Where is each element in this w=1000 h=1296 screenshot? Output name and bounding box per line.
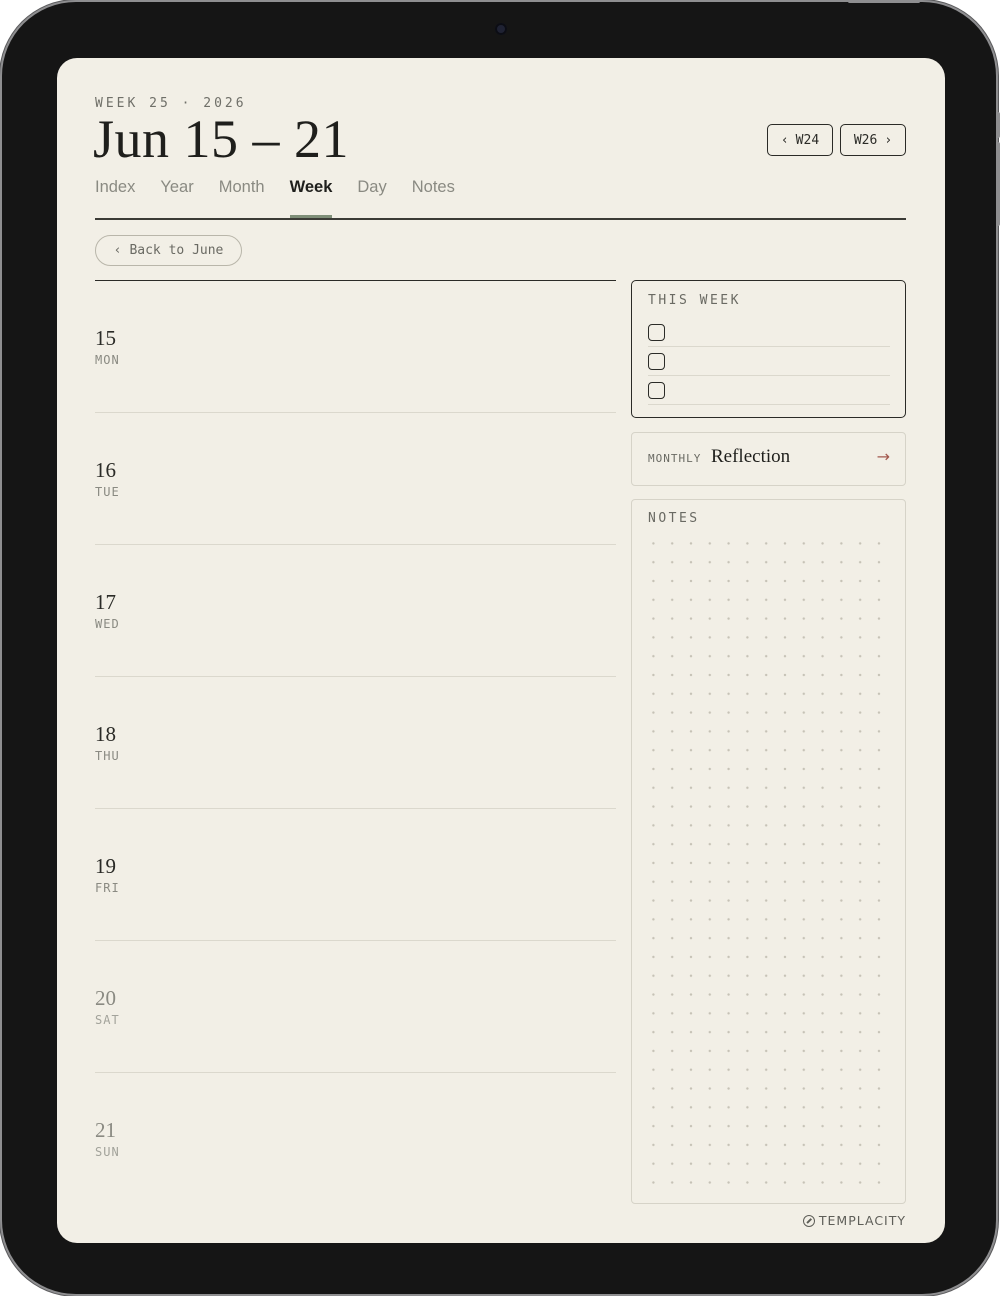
reflection-title: Reflection	[711, 446, 791, 467]
day-number: 20	[95, 986, 116, 1010]
day-name: TUE	[95, 485, 120, 499]
volume-button	[996, 142, 1000, 226]
previous-week-label: W24	[795, 132, 820, 148]
week-days-list: 15 MON 16 TUE 17 WED 18 THU 19 FRI 20 SA…	[95, 280, 616, 1205]
page-title: Jun 15 – 21	[93, 109, 350, 169]
day-row[interactable]: 18 THU	[95, 677, 616, 809]
next-week-label: W26	[853, 132, 878, 148]
top-button	[848, 0, 920, 3]
templacity-logo-icon	[802, 1214, 815, 1227]
brand-name: TEMPLACITY	[818, 1213, 906, 1228]
day-name: WED	[95, 617, 120, 631]
day-name: MON	[95, 353, 120, 367]
next-week-button[interactable]: W26 ›	[840, 124, 906, 156]
this-week-panel: THIS WEEK	[631, 280, 906, 418]
chevron-left-icon: ‹	[113, 243, 122, 258]
arrow-right-icon: →	[876, 447, 890, 466]
task-row	[648, 318, 890, 347]
day-number: 15	[95, 326, 116, 350]
task-row	[648, 347, 890, 376]
task-row	[648, 376, 890, 405]
camera-icon	[495, 23, 507, 35]
notes-heading: NOTES	[648, 511, 700, 526]
monthly-reflection-link[interactable]: MONTHLY Reflection →	[631, 432, 906, 486]
chevron-left-icon: ‹	[780, 132, 789, 148]
day-name: FRI	[95, 881, 120, 895]
planner-screen: WEEK 25 · 2026 Jun 15 – 21 ‹ W24 W26 › I…	[57, 58, 945, 1243]
day-name: SAT	[95, 1013, 120, 1027]
back-label: Back to June	[129, 243, 224, 258]
tab-notes[interactable]: Notes	[412, 178, 455, 217]
notes-panel[interactable]: NOTES	[631, 499, 906, 1204]
day-number: 19	[95, 854, 116, 878]
checkbox[interactable]	[648, 353, 665, 370]
tab-day[interactable]: Day	[357, 178, 386, 217]
tab-month[interactable]: Month	[219, 178, 265, 217]
dot-grid	[644, 534, 896, 1184]
day-row[interactable]: 19 FRI	[95, 809, 616, 941]
tab-index[interactable]: Index	[95, 178, 135, 217]
day-row[interactable]: 15 MON	[95, 281, 616, 413]
day-name: SUN	[95, 1145, 120, 1159]
day-number: 16	[95, 458, 116, 482]
side-button	[996, 112, 1000, 138]
day-row[interactable]: 16 TUE	[95, 413, 616, 545]
day-row[interactable]: 21 SUN	[95, 1073, 616, 1205]
day-row[interactable]: 20 SAT	[95, 941, 616, 1073]
tab-bar: Index Year Month Week Day Notes	[95, 178, 480, 218]
day-number: 17	[95, 590, 116, 614]
this-week-heading: THIS WEEK	[648, 293, 741, 308]
day-number: 21	[95, 1118, 116, 1142]
tablet-frame: WEEK 25 · 2026 Jun 15 – 21 ‹ W24 W26 › I…	[2, 2, 996, 1294]
tab-divider	[95, 218, 906, 220]
tab-week[interactable]: Week	[289, 178, 332, 218]
brand-logo: TEMPLACITY	[802, 1213, 906, 1228]
day-row[interactable]: 17 WED	[95, 545, 616, 677]
chevron-right-icon: ›	[884, 132, 893, 148]
tab-year[interactable]: Year	[160, 178, 193, 217]
back-to-month-button[interactable]: ‹ Back to June	[95, 235, 242, 266]
reflection-kicker: MONTHLY	[648, 452, 702, 465]
previous-week-button[interactable]: ‹ W24	[767, 124, 833, 156]
day-name: THU	[95, 749, 120, 763]
checkbox[interactable]	[648, 382, 665, 399]
checkbox[interactable]	[648, 324, 665, 341]
day-number: 18	[95, 722, 116, 746]
